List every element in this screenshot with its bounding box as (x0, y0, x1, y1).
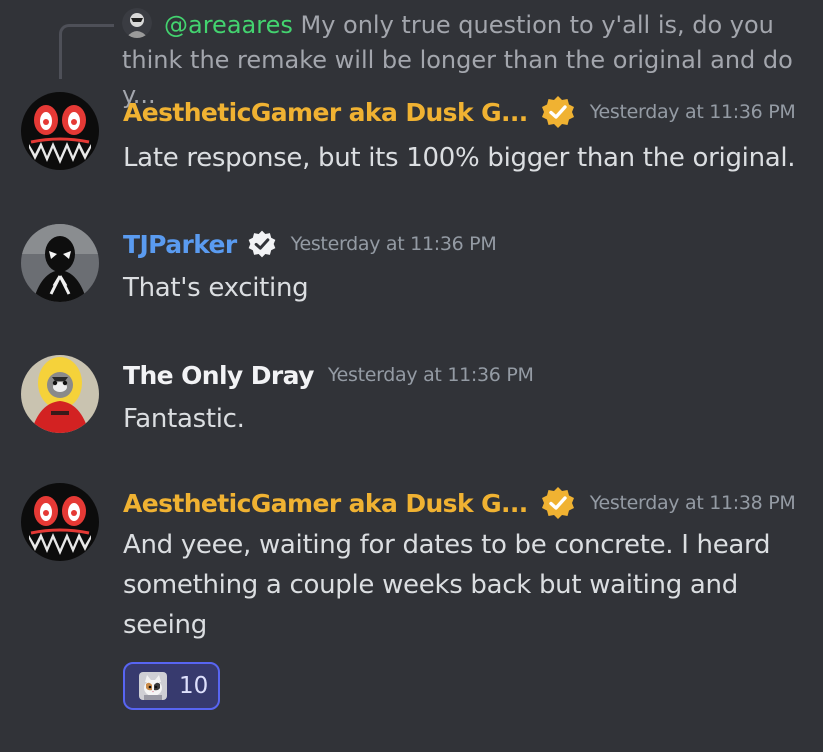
verified-badge-icon (541, 487, 574, 519)
message-content: And yeee, waiting for dates to be concre… (123, 530, 771, 640)
message-header: TJParker Yesterday at 11:36 PM (123, 224, 497, 264)
reaction-button[interactable]: 10 (123, 662, 220, 710)
reaction-count: 10 (179, 673, 209, 699)
reply-spine (59, 24, 114, 79)
timestamp[interactable]: Yesterday at 11:36 PM (328, 364, 534, 386)
message-header: The Only Dray Yesterday at 11:36 PM (123, 355, 534, 395)
timestamp[interactable]: Yesterday at 11:36 PM (590, 101, 796, 123)
avatar[interactable] (21, 483, 99, 561)
message-content: Late response, but its 100% bigger than … (123, 143, 796, 173)
username[interactable]: TJParker (123, 230, 237, 259)
reply-author[interactable]: @areaares (164, 11, 293, 39)
username[interactable]: AestheticGamer aka Dusk G... (123, 489, 528, 518)
avatar[interactable] (21, 355, 99, 433)
message-header: AestheticGamer aka Dusk G... Yesterday a… (123, 92, 796, 132)
avatar[interactable] (21, 92, 99, 170)
timestamp[interactable]: Yesterday at 11:38 PM (590, 492, 796, 514)
username[interactable]: The Only Dray (123, 361, 314, 390)
message-header: AestheticGamer aka Dusk G... Yesterday a… (123, 483, 796, 523)
message-content: Fantastic. (123, 404, 245, 434)
timestamp[interactable]: Yesterday at 11:36 PM (291, 233, 497, 255)
avatar[interactable] (21, 224, 99, 302)
verified-badge-icon (248, 230, 275, 258)
cat-emoji-icon (139, 672, 167, 700)
message-content: That's exciting (123, 273, 309, 303)
verified-badge-icon (541, 96, 574, 128)
username[interactable]: AestheticGamer aka Dusk G... (123, 98, 528, 127)
